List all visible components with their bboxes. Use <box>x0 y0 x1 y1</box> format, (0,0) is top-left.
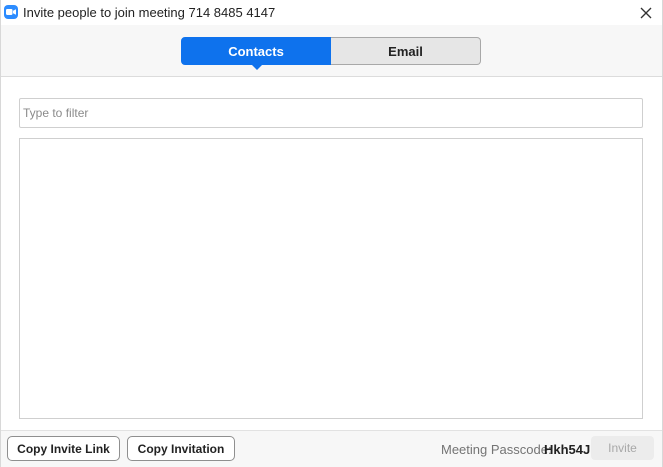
tab-contacts-label: Contacts <box>228 43 284 59</box>
selected-tab-indicator <box>251 64 263 70</box>
meeting-passcode-value: Hkh54J <box>544 442 591 457</box>
window-title: Invite people to join meeting 714 8485 4… <box>23 5 276 20</box>
meeting-passcode-label: Meeting Passcode: <box>441 442 552 457</box>
invite-dialog: Invite people to join meeting 714 8485 4… <box>0 0 663 467</box>
filter-input[interactable] <box>19 98 643 128</box>
copy-invitation-button[interactable]: Copy Invitation <box>127 436 235 461</box>
close-icon[interactable] <box>636 3 656 23</box>
tab-email-label: Email <box>388 43 423 59</box>
footer-divider <box>1 430 662 431</box>
tab-contacts[interactable]: Contacts <box>181 37 331 70</box>
invite-button[interactable]: Invite <box>591 436 654 460</box>
invite-method-tabs: Contacts Email <box>181 37 481 70</box>
zoom-camera-icon <box>4 5 18 19</box>
contacts-panel <box>1 77 662 430</box>
tab-email[interactable]: Email <box>331 37 481 65</box>
title-bar: Invite people to join meeting 714 8485 4… <box>1 0 662 25</box>
copy-invite-link-button[interactable]: Copy Invite Link <box>7 436 120 461</box>
contact-list[interactable] <box>19 138 643 419</box>
